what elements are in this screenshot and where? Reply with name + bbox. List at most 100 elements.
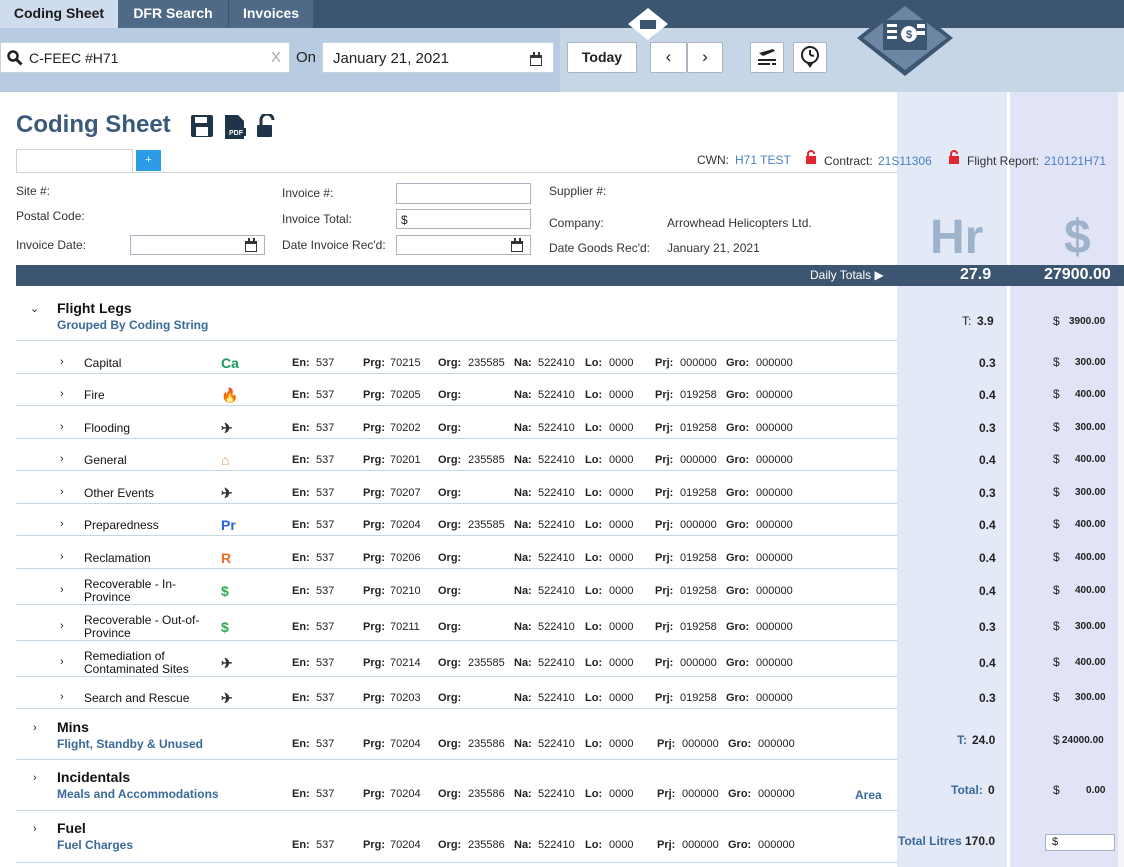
invoice-date-field[interactable] xyxy=(130,235,265,255)
company-value: Arrowhead Helicopters Ltd. xyxy=(667,216,812,230)
code-label-na: Na: xyxy=(514,839,532,851)
code-label-lo: Lo: xyxy=(585,389,603,401)
code-value-na: 522410 xyxy=(538,839,575,851)
tab-invoices[interactable]: Invoices xyxy=(229,0,313,28)
expand-chevron-icon[interactable]: › xyxy=(33,772,37,784)
save-icon[interactable] xyxy=(190,114,214,138)
expand-chevron-icon[interactable]: › xyxy=(60,421,64,433)
sheet-tab[interactable] xyxy=(16,149,133,173)
group-total-label: T: xyxy=(957,733,967,747)
code-label-na: Na: xyxy=(514,692,532,704)
clock-pin-button[interactable] xyxy=(793,42,827,73)
invoice-date-label: Invoice Date: xyxy=(16,238,87,252)
code-label-org: Org: xyxy=(438,839,462,851)
group-subtitle: Flight, Standby & Unused xyxy=(57,737,203,751)
divider xyxy=(16,470,897,471)
site-label: Site #: xyxy=(16,184,51,198)
invoice-number-label: Invoice #: xyxy=(282,186,334,200)
calendar-icon[interactable] xyxy=(511,238,523,252)
aircraft-icon: ✈ xyxy=(221,690,233,706)
capital-icon: Ca xyxy=(221,355,239,371)
code-value-org: 235586 xyxy=(468,788,505,800)
code-value-gro: 000000 xyxy=(756,585,793,597)
code-value-org: 235585 xyxy=(468,357,505,369)
expand-chevron-icon[interactable]: › xyxy=(60,356,64,368)
code-value-na: 522410 xyxy=(538,389,575,401)
expand-chevron-icon[interactable]: › xyxy=(60,551,64,563)
code-label-prg: Prg: xyxy=(363,621,385,633)
code-value-na: 522410 xyxy=(538,692,575,704)
group-subtitle: Fuel Charges xyxy=(57,838,134,852)
invoice-number-field[interactable] xyxy=(396,183,531,204)
search-icon xyxy=(7,50,23,66)
flight-report-link[interactable]: 210121H71 xyxy=(1044,154,1106,168)
expand-chevron-icon[interactable]: › xyxy=(60,691,64,703)
code-value-lo: 0000 xyxy=(609,692,634,704)
clear-search-icon[interactable]: X xyxy=(271,49,281,66)
divider xyxy=(16,759,897,760)
expand-chevron-icon[interactable]: › xyxy=(33,722,37,734)
tab-dfr-search[interactable]: DFR Search xyxy=(118,0,228,28)
code-label-org: Org: xyxy=(438,454,462,466)
dollar-sign: $ xyxy=(1053,517,1060,531)
code-value-en: 537 xyxy=(316,552,335,564)
pdf-icon[interactable]: PDF xyxy=(223,114,247,140)
code-label-na: Na: xyxy=(514,454,532,466)
divider xyxy=(16,568,897,569)
postal-code-label: Postal Code: xyxy=(16,209,85,223)
expand-chevron-icon[interactable]: › xyxy=(60,388,64,400)
expand-chevron-icon[interactable]: › xyxy=(60,620,64,632)
code-label-gro: Gro: xyxy=(728,738,752,750)
on-label: On xyxy=(296,49,317,66)
expand-chevron-icon[interactable]: › xyxy=(60,453,64,465)
daily-totals-label: Daily Totals ▶ xyxy=(810,268,884,282)
calendar-icon[interactable] xyxy=(245,238,257,252)
code-label-prg: Prg: xyxy=(363,657,385,669)
dollar-sign: $ xyxy=(1053,314,1060,328)
unlock-icon[interactable] xyxy=(256,114,278,138)
code-value-prj: 000000 xyxy=(680,657,717,669)
code-label-prj: Prj: xyxy=(655,692,674,704)
expand-chevron-icon[interactable]: › xyxy=(60,656,64,668)
category-name: General xyxy=(84,453,127,467)
code-value-prj: 000000 xyxy=(680,519,717,531)
code-label-org: Org: xyxy=(438,422,462,434)
tab-coding-sheet[interactable]: Coding Sheet xyxy=(0,0,118,28)
code-label-gro: Gro: xyxy=(726,357,750,369)
cwn-link[interactable]: H71 TEST xyxy=(735,153,791,167)
code-value-en: 537 xyxy=(316,454,335,466)
cwn-label: CWN: xyxy=(697,153,729,167)
expand-chevron-icon[interactable]: › xyxy=(60,486,64,498)
today-button[interactable]: Today xyxy=(567,42,637,73)
expand-chevron-icon[interactable]: › xyxy=(60,584,64,596)
flight-log-button[interactable] xyxy=(750,42,784,73)
next-day-button[interactable]: › xyxy=(687,42,723,73)
collapse-chevron-icon[interactable]: ⌄ xyxy=(30,302,39,315)
code-value-en: 537 xyxy=(316,839,335,851)
date-picker[interactable]: January 21, 2021 xyxy=(322,42,554,73)
code-value-prj: 019258 xyxy=(680,585,717,597)
contract-link[interactable]: 21S11306 xyxy=(878,154,932,168)
code-value-en: 537 xyxy=(316,738,335,750)
calendar-icon[interactable] xyxy=(530,52,542,66)
divider xyxy=(16,503,897,504)
search-input[interactable] xyxy=(29,48,259,68)
category-name: Recoverable - Out-of- Province xyxy=(84,613,200,640)
group-title: Fuel xyxy=(57,820,86,836)
previous-day-button[interactable]: ‹ xyxy=(650,42,687,73)
invoice-total-field[interactable]: $ xyxy=(396,209,531,229)
expand-chevron-icon[interactable]: › xyxy=(33,823,37,835)
code-label-prj: Prj: xyxy=(655,552,674,564)
code-label-prg: Prg: xyxy=(363,692,385,704)
fuel-amount-field[interactable]: $ xyxy=(1045,834,1115,851)
code-value-prj: 019258 xyxy=(680,487,717,499)
add-tab-button[interactable]: + xyxy=(136,150,161,171)
code-value-prg: 70203 xyxy=(390,692,421,704)
date-invoice-received-field[interactable] xyxy=(396,235,531,255)
code-label-lo: Lo: xyxy=(585,839,603,851)
category-name: Reclamation xyxy=(84,551,151,565)
row-hours: 0.3 xyxy=(979,356,996,370)
code-label-prg: Prg: xyxy=(363,585,385,597)
code-value-lo: 0000 xyxy=(609,519,634,531)
expand-chevron-icon[interactable]: › xyxy=(60,518,64,530)
